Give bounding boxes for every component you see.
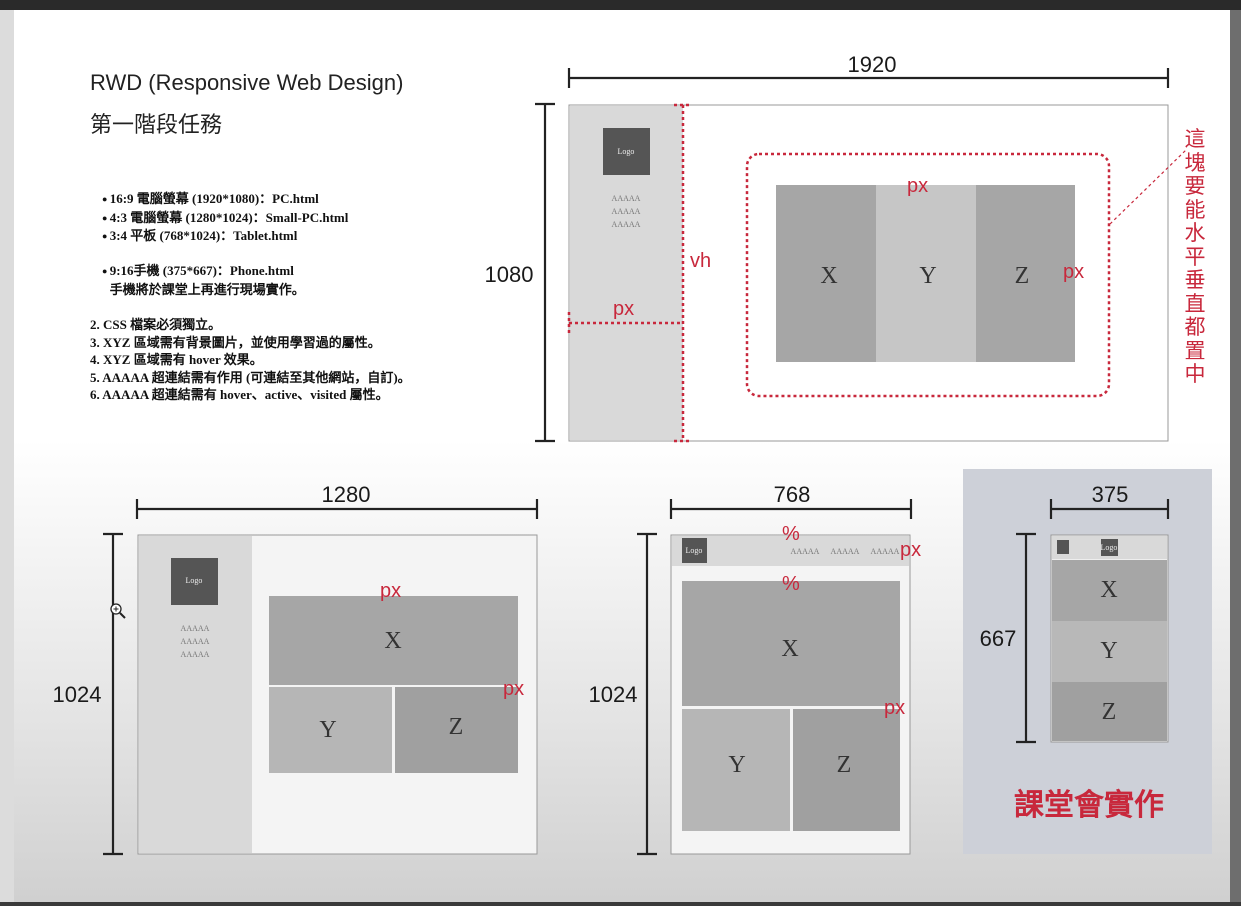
tablet-diagram: 768 1024 Logo AAAAA AAAAA AAAAA X Y Z % … — [589, 482, 921, 856]
pc-vh-label: vh — [690, 250, 711, 272]
class-note: 課堂會實作 — [1014, 788, 1164, 823]
phone-logo-text: Logo — [1101, 543, 1118, 552]
phone-cell-y-label: Y — [1100, 638, 1117, 664]
tab-cell-x-label: X — [781, 636, 798, 662]
tab-logo-text: Logo — [686, 546, 703, 555]
phone-width-label: 375 — [1092, 482, 1129, 507]
tab-cell-z-label: Z — [837, 752, 852, 778]
pc-px-top-label: px — [907, 175, 928, 197]
pc-cell-z-label: Z — [1015, 263, 1030, 289]
small-pc-diagram: 1280 1024 Logo AAAAA AAAAA AAAAA X Y Z p… — [53, 482, 539, 856]
pc-link: AAAAA — [612, 194, 641, 203]
tab-link: AAAAA — [791, 547, 820, 556]
spc-cell-z-label: Z — [449, 714, 464, 740]
pc-link: AAAAA — [612, 207, 641, 216]
pc-px-side-label: px — [613, 298, 634, 320]
tab-pct-mid-label: % — [782, 573, 800, 595]
spc-link: AAAAA — [181, 637, 210, 646]
pc-width-label: 1920 — [848, 52, 897, 77]
spc-cell-y-label: Y — [319, 717, 336, 743]
tab-px-right-label: px — [884, 697, 905, 719]
tab-pct-top-label: % — [782, 523, 800, 545]
pc-cell-y-label: Y — [919, 263, 936, 289]
pc-diagram: 1920 1080 Logo AAAAA AAAAA AAAAA vh px X… — [485, 52, 1187, 443]
spc-logo-text: Logo — [186, 576, 203, 585]
tab-cell-y-label: Y — [728, 752, 745, 778]
phone-cell-x-label: X — [1100, 577, 1117, 603]
tab-width-label: 768 — [774, 482, 811, 507]
spc-link: AAAAA — [181, 624, 210, 633]
spc-cell-x-label: X — [384, 628, 401, 654]
tab-px-nav-label: px — [900, 539, 921, 561]
phone-cell-z-label: Z — [1102, 699, 1117, 725]
spc-height-label: 1024 — [53, 682, 102, 707]
spc-width-label: 1280 — [322, 482, 371, 507]
tab-link: AAAAA — [871, 547, 900, 556]
spc-px-top-label: px — [380, 580, 401, 602]
spc-px-right-label: px — [503, 678, 524, 700]
phone-menu-icon — [1057, 540, 1069, 554]
spc-link: AAAAA — [181, 650, 210, 659]
pc-px-right-label: px — [1063, 261, 1084, 283]
tab-height-label: 1024 — [589, 682, 638, 707]
tab-link: AAAAA — [831, 547, 860, 556]
diagram-canvas: 1920 1080 Logo AAAAA AAAAA AAAAA vh px X… — [53, 52, 1212, 856]
pc-height-label: 1080 — [485, 262, 534, 287]
phone-height-label: 667 — [980, 626, 1017, 651]
pc-cell-x-label: X — [820, 263, 837, 289]
pc-logo-text: Logo — [618, 147, 635, 156]
pc-link: AAAAA — [612, 220, 641, 229]
center-note: 這塊要能水平垂直都置中 — [1184, 127, 1206, 386]
